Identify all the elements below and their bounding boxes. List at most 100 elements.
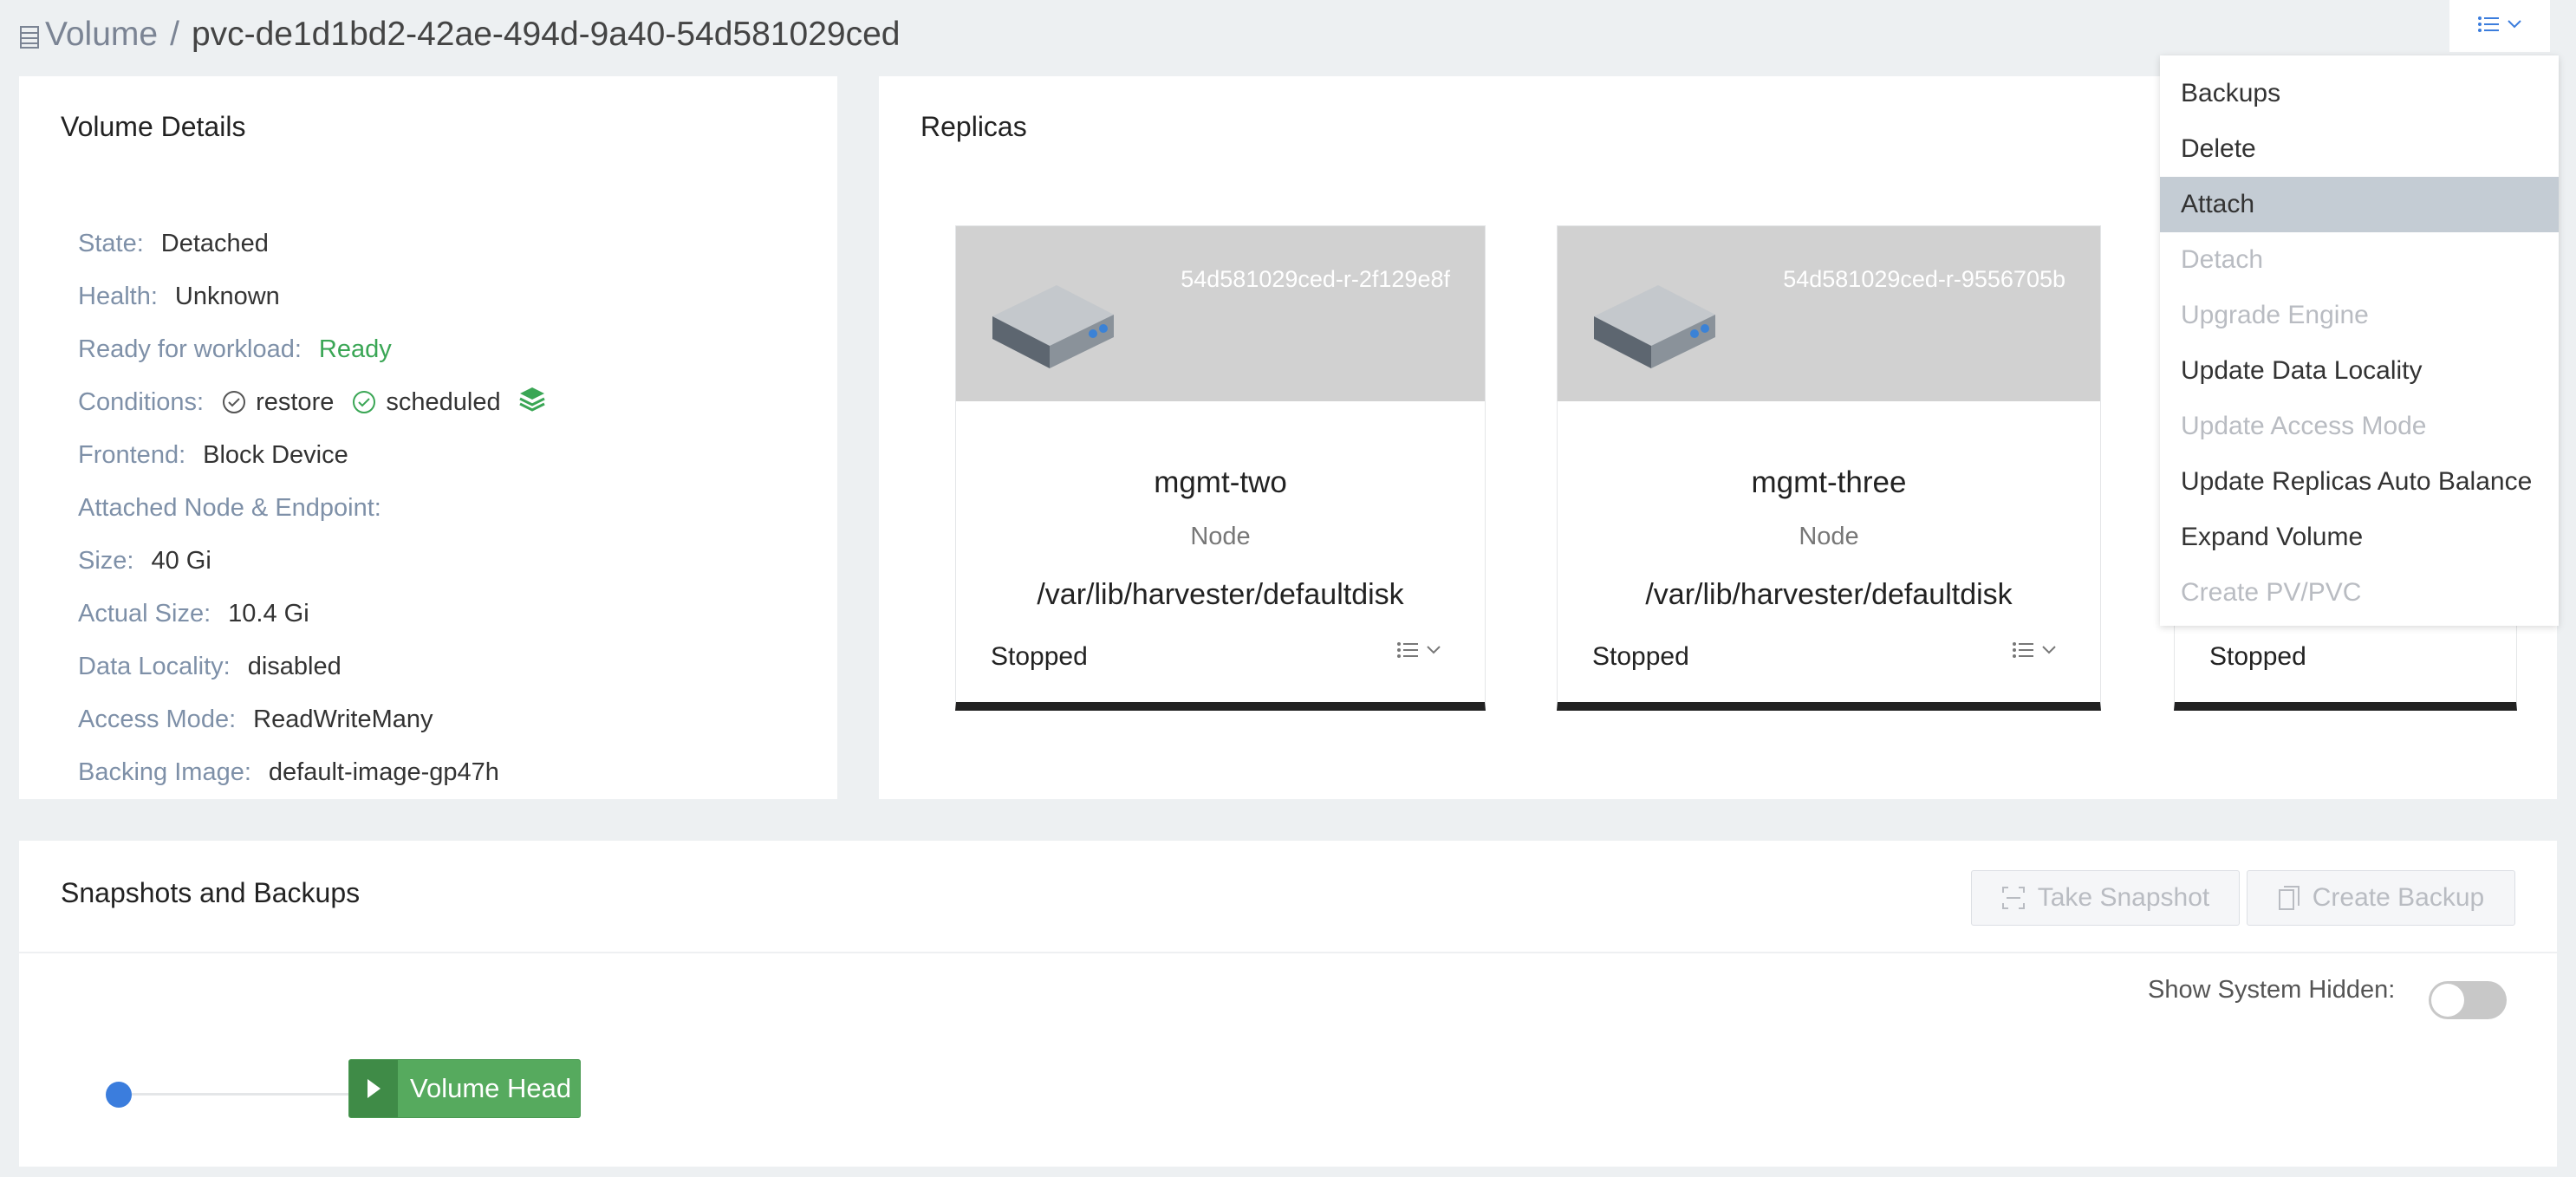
timeline-start-dot [106, 1082, 132, 1108]
menu-item-create-pv-pvc: Create PV/PVC [2181, 578, 2362, 607]
snapshots-title: Snapshots and Backups [61, 877, 361, 908]
size-row: Size: 40 Gi [78, 539, 211, 582]
timeline-line [132, 1093, 368, 1096]
menu-item-backups[interactable]: Backups [2160, 66, 2559, 121]
ready-label: Ready for workload: [78, 335, 302, 363]
play-icon [349, 1060, 398, 1117]
chevron-down-icon [1427, 646, 1441, 654]
data-locality-value: disabled [247, 652, 342, 680]
menu-item-expand-volume[interactable]: Expand Volume [2160, 510, 2559, 565]
replicas-title: Replicas [920, 111, 1027, 142]
size-value: 40 Gi [151, 546, 211, 575]
menu-item-update-replicas-auto-balance[interactable]: Update Replicas Auto Balance [2160, 454, 2559, 510]
health-row: Health: Unknown [78, 275, 280, 318]
volume-head-node[interactable]: Volume Head [348, 1059, 581, 1118]
snapshot-icon [2001, 887, 2025, 909]
take-snapshot-button[interactable]: Take Snapshot [1971, 870, 2240, 926]
actual-size-label: Actual Size: [78, 599, 211, 628]
ready-row: Ready for workload: Ready [78, 328, 392, 371]
size-label: Size: [78, 546, 134, 575]
list-menu-icon [2013, 642, 2033, 658]
health-value: Unknown [174, 282, 280, 310]
create-backup-label: Create Backup [2312, 883, 2485, 912]
chevron-down-icon [2507, 18, 2522, 34]
toggle-knob [2431, 984, 2464, 1017]
frontend-value: Block Device [203, 440, 348, 469]
volume-icon [19, 21, 42, 49]
disk-icon [1590, 278, 1717, 378]
volume-actions-menu: Backups Delete Attach Detach Upgrade Eng… [2160, 55, 2559, 626]
replica-status: Stopped [2209, 642, 2306, 671]
replica-node-name: mgmt-three [1751, 465, 1907, 499]
replica-id: 54d581029ced-r-2f129e8f [1181, 266, 1450, 292]
chevron-down-icon [2042, 646, 2056, 654]
show-system-hidden-toggle[interactable] [2429, 981, 2507, 1019]
replica-card-header: 54d581029ced-r-9556705b [1558, 226, 2100, 401]
replica-card: 54d581029ced-r-2f129e8f mgmt-two Node /v… [955, 225, 1486, 711]
replica-node-type: Node [1799, 523, 1859, 550]
layers-icon[interactable] [518, 385, 546, 419]
health-label: Health: [78, 282, 158, 310]
actual-size-row: Actual Size: 10.4 Gi [78, 592, 309, 635]
backup-icon [2278, 886, 2300, 910]
check-circle-icon [223, 391, 246, 413]
replica-id: 54d581029ced-r-9556705b [1783, 266, 2065, 292]
frontend-label: Frontend: [78, 440, 186, 469]
access-mode-value: ReadWriteMany [253, 705, 433, 733]
show-system-hidden-label: Show System Hidden: [2148, 976, 2396, 1004]
backing-image-label: Backing Image: [78, 758, 251, 786]
ready-value: Ready [318, 335, 392, 363]
disk-icon [989, 278, 1116, 378]
data-locality-label: Data Locality: [78, 652, 231, 680]
access-mode-label: Access Mode: [78, 705, 237, 733]
condition-restore[interactable]: restore [221, 388, 334, 417]
data-locality-row: Data Locality: disabled [78, 645, 342, 688]
volume-actions-button[interactable] [2449, 0, 2550, 52]
backing-image-row: Backing Image: default-image-gp47h [78, 751, 499, 794]
menu-item-detach: Detach [2181, 245, 2264, 274]
state-value: Detached [160, 229, 269, 257]
list-menu-icon [2477, 15, 2500, 38]
replica-actions-button[interactable] [1396, 641, 1441, 660]
condition-scheduled-label: scheduled [386, 387, 501, 416]
condition-scheduled[interactable]: scheduled [351, 387, 501, 417]
menu-item-update-access-mode: Update Access Mode [2181, 412, 2427, 440]
list-menu-icon [1397, 642, 1418, 658]
replica-node-name: mgmt-two [1154, 465, 1287, 499]
attached-row: Attached Node & Endpoint: [78, 486, 399, 530]
volume-head-label: Volume Head [410, 1073, 572, 1103]
menu-item-update-data-locality[interactable]: Update Data Locality [2160, 343, 2559, 399]
frontend-row: Frontend: Block Device [78, 433, 348, 477]
replica-disk-path: /var/lib/harvester/defaultdisk [1037, 578, 1404, 611]
breadcrumb-separator: / [170, 16, 179, 53]
replica-node-type: Node [1190, 523, 1251, 550]
breadcrumb-parent-link[interactable]: Volume [45, 16, 158, 54]
create-backup-button[interactable]: Create Backup [2247, 870, 2515, 926]
replica-disk-path: /var/lib/harvester/defaultdisk [1645, 578, 2013, 611]
state-label: State: [78, 229, 144, 257]
check-circle-icon [353, 391, 376, 413]
actual-size-value: 10.4 Gi [228, 599, 309, 628]
replica-card-header: 54d581029ced-r-2f129e8f [956, 226, 1485, 401]
menu-item-attach[interactable]: Attach [2160, 177, 2559, 232]
volume-details-title: Volume Details [61, 111, 246, 142]
menu-item-upgrade-engine: Upgrade Engine [2181, 301, 2369, 329]
volume-details-panel: Volume Details State: Detached Health: U… [19, 76, 837, 799]
replica-card: 54d581029ced-r-9556705b mgmt-three Node … [1557, 225, 2101, 711]
conditions-label: Conditions: [78, 387, 205, 416]
replica-status: Stopped [1592, 642, 1689, 671]
breadcrumb: Volume / pvc-de1d1bd2-42ae-494d-9a40-54d… [19, 12, 900, 57]
condition-restore-label: restore [256, 387, 335, 416]
state-row: State: Detached [78, 222, 269, 265]
replica-actions-button[interactable] [2012, 641, 2057, 660]
access-mode-row: Access Mode: ReadWriteMany [78, 698, 433, 741]
backing-image-value[interactable]: default-image-gp47h [269, 758, 499, 787]
divider [19, 952, 2557, 953]
conditions-row: Conditions: restore scheduled [78, 380, 546, 424]
attached-label: Attached Node & Endpoint: [78, 493, 381, 522]
breadcrumb-current: pvc-de1d1bd2-42ae-494d-9a40-54d581029ced [191, 16, 901, 53]
menu-item-delete[interactable]: Delete [2160, 121, 2559, 177]
take-snapshot-label: Take Snapshot [2037, 883, 2210, 912]
replica-status: Stopped [991, 642, 1088, 671]
snapshots-panel: Snapshots and Backups Take Snapshot Crea… [19, 841, 2557, 1167]
